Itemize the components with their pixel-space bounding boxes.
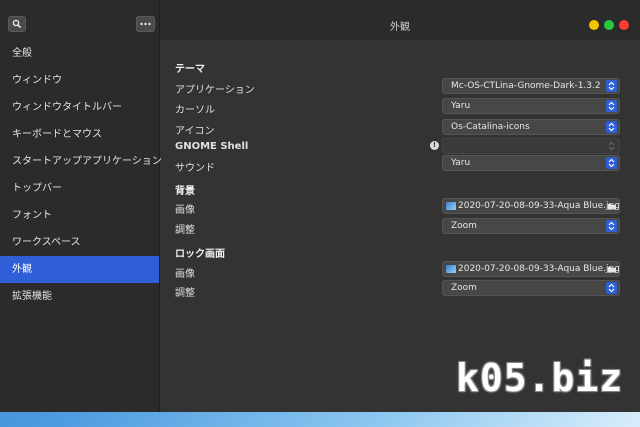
chevron-updown-icon: [606, 220, 617, 232]
chevron-updown-icon: [606, 140, 617, 152]
sidebar-header: [0, 0, 160, 40]
lock-screen-adjustment-label: 調整: [175, 288, 195, 299]
applications-label: アプリケーション: [175, 85, 255, 96]
sound-theme-select[interactable]: Yaru: [442, 155, 620, 171]
lock-screen-adjustment-value: Zoom: [451, 283, 477, 293]
lock-screen-image-chooser[interactable]: 2020-07-20-08-09-33-Aqua Blue.jpg: [442, 261, 620, 277]
menu-button[interactable]: [136, 16, 155, 32]
shell-theme-select: [442, 138, 620, 154]
sidebar-item-top-bar[interactable]: トップバー: [0, 175, 159, 202]
close-button[interactable]: [619, 20, 629, 30]
sidebar-item-windows[interactable]: ウィンドウ: [0, 67, 159, 94]
site-watermark: k05.biz: [456, 356, 624, 400]
background-image-label: 画像: [175, 205, 195, 216]
chevron-updown-icon: [606, 80, 617, 92]
search-icon: [12, 19, 22, 29]
cursor-theme-select[interactable]: Yaru: [442, 98, 620, 114]
sound-theme-value: Yaru: [451, 158, 471, 168]
background-adjustment-label: 調整: [175, 225, 195, 236]
folder-icon: [607, 201, 617, 213]
image-file-icon: [446, 202, 456, 210]
lock-screen-adjustment-select[interactable]: Zoom: [442, 280, 620, 296]
gnome-shell-label: GNOME Shell: [175, 141, 249, 152]
background-adjustment-select[interactable]: Zoom: [442, 218, 620, 234]
lock-screen-section-title: ロック画面: [175, 249, 225, 260]
sidebar-item-keyboard-mouse[interactable]: キーボードとマウス: [0, 121, 159, 148]
sound-label: サウンド: [175, 163, 215, 174]
sidebar-item-general[interactable]: 全般: [0, 40, 159, 67]
chevron-updown-icon: [606, 100, 617, 112]
minimize-button[interactable]: [589, 20, 599, 30]
lock-screen-image-filename: 2020-07-20-08-09-33-Aqua Blue.jpg: [458, 264, 620, 274]
window-title: 外観: [390, 22, 410, 33]
background-image-chooser[interactable]: 2020-07-20-08-09-33-Aqua Blue.jpg: [442, 198, 620, 214]
background-image-filename: 2020-07-20-08-09-33-Aqua Blue.jpg: [458, 201, 620, 211]
applications-theme-value: Mc-OS-CTLina-Gnome-Dark-1.3.2: [451, 81, 601, 91]
warning-info-icon: !: [430, 141, 439, 150]
cursor-theme-value: Yaru: [451, 101, 471, 111]
search-button[interactable]: [8, 16, 26, 32]
header-bar: 外観: [160, 0, 640, 40]
sidebar-item-appearance[interactable]: 外観: [0, 256, 159, 283]
chevron-updown-icon: [606, 157, 617, 169]
sidebar-item-workspaces[interactable]: ワークスペース: [0, 229, 159, 256]
more-dots-icon: [140, 22, 151, 26]
sidebar-item-extensions[interactable]: 拡張機能: [0, 283, 159, 310]
folder-icon: [607, 264, 617, 276]
cursor-label: カーソル: [175, 105, 215, 116]
icons-theme-select[interactable]: Os-Catalina-icons: [442, 119, 620, 135]
icons-label: アイコン: [175, 126, 215, 137]
sidebar-item-startup-applications[interactable]: スタートアップアプリケーション: [0, 148, 162, 175]
tweaks-window: 外観 全般 ウィンドウ ウィンドウタイトルバー キーボードとマウス スタートアッ…: [0, 0, 640, 412]
lock-screen-image-label: 画像: [175, 269, 195, 280]
icons-theme-value: Os-Catalina-icons: [451, 122, 530, 132]
sidebar: 全般 ウィンドウ ウィンドウタイトルバー キーボードとマウス スタートアップアプ…: [0, 40, 162, 412]
background-section-title: 背景: [175, 186, 195, 197]
sidebar-item-fonts[interactable]: フォント: [0, 202, 159, 229]
sidebar-item-window-titlebars[interactable]: ウィンドウタイトルバー: [0, 94, 159, 121]
themes-section-title: テーマ: [175, 64, 205, 75]
applications-theme-select[interactable]: Mc-OS-CTLina-Gnome-Dark-1.3.2: [442, 78, 620, 94]
image-file-icon: [446, 265, 456, 273]
chevron-updown-icon: [606, 282, 617, 294]
chevron-updown-icon: [606, 121, 617, 133]
background-adjustment-value: Zoom: [451, 221, 477, 231]
maximize-button[interactable]: [604, 20, 614, 30]
